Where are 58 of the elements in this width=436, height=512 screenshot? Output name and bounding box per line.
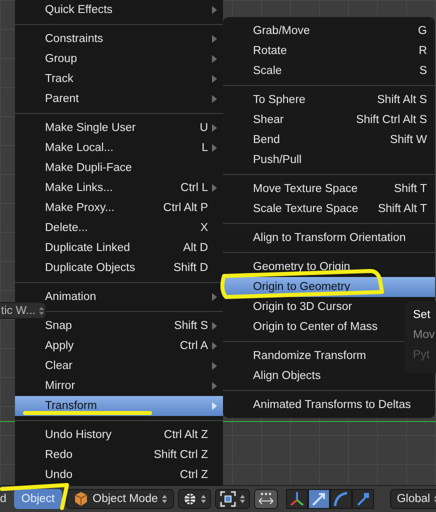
- menu-item[interactable]: Undo Ctrl Z: [15, 465, 223, 485]
- mode-dropdown[interactable]: Object Mode: [66, 489, 174, 509]
- menu-item[interactable]: Move Texture Space Shift T: [223, 179, 435, 199]
- menu-item[interactable]: Push/Pull: [223, 150, 435, 170]
- arrow-icon: [310, 491, 327, 507]
- up-down-icon: [200, 494, 206, 504]
- menu-item[interactable]: Snap Shift S: [15, 316, 223, 336]
- menu-item[interactable]: Mirror: [15, 376, 223, 396]
- menu-item[interactable]: Duplicate Objects Shift D: [15, 258, 223, 278]
- highlight-stroke: [0, 483, 69, 510]
- manipulator-button[interactable]: [308, 489, 330, 509]
- menu-item[interactable]: Parent: [15, 89, 223, 109]
- menu-item[interactable]: Make Dupli-Face: [15, 158, 223, 178]
- tooltip-text: Set: [413, 308, 432, 323]
- menu-item[interactable]: Delete... X: [15, 218, 223, 238]
- menu-item[interactable]: Shear Shift Ctrl Alt S: [223, 110, 435, 130]
- menu-item[interactable]: Scale S: [223, 61, 435, 81]
- menu-item[interactable]: Make Local... L: [15, 138, 223, 158]
- menu-item[interactable]: Constraints: [15, 29, 223, 49]
- menu-item[interactable]: Align to Transform Orientation: [223, 228, 435, 248]
- menu-item[interactable]: Redo Shift Ctrl Z: [15, 445, 223, 465]
- menu-item[interactable]: Quick Effects: [15, 0, 223, 20]
- manipulator-button[interactable]: [330, 489, 352, 509]
- menu-item[interactable]: Align Objects: [223, 366, 435, 386]
- orientation-dropdown[interactable]: Global: [390, 489, 436, 509]
- menu-item[interactable]: Scale Texture Space Shift Alt T: [223, 199, 435, 219]
- menu-item[interactable]: Apply Ctrl A: [15, 336, 223, 356]
- viewport-shading-dropdown[interactable]: [178, 489, 211, 509]
- manipulator-button[interactable]: [286, 489, 308, 509]
- snap-button[interactable]: [254, 489, 278, 509]
- menu-item[interactable]: Bend Shift W: [223, 130, 435, 150]
- menu-item[interactable]: Make Single User U: [15, 118, 223, 138]
- up-down-icon: [240, 494, 245, 504]
- menu-item[interactable]: Group: [15, 49, 223, 69]
- pivot-icon: [220, 491, 236, 507]
- sphere-icon: [182, 492, 197, 506]
- manipulator-button[interactable]: [352, 489, 374, 509]
- menu-item[interactable]: Animated Transforms to Deltas: [223, 395, 435, 415]
- menu-item[interactable]: Grab/Move G: [223, 21, 435, 41]
- menu-item[interactable]: Make Links... Ctrl L: [15, 178, 223, 198]
- header-label: d: [0, 493, 6, 505]
- up-down-icon: [162, 494, 167, 504]
- menu-item[interactable]: To Sphere Shift Alt S: [223, 90, 435, 110]
- menu-item[interactable]: Undo History Ctrl Alt Z: [15, 425, 223, 445]
- dropdown-field[interactable]: tic W...: [0, 302, 46, 319]
- menu-item[interactable]: Track: [15, 69, 223, 89]
- up-down-icon: [38, 306, 44, 316]
- menu-item[interactable]: Duplicate Linked Alt D: [15, 238, 223, 258]
- dots-arrow-icon: [258, 492, 274, 506]
- pin-icon: [354, 491, 371, 507]
- menu-item[interactable]: Clear: [15, 356, 223, 376]
- axes-icon: [288, 491, 305, 507]
- menu-item[interactable]: Make Proxy... Ctrl Alt P: [15, 198, 223, 218]
- pivot-dropdown[interactable]: [214, 489, 250, 509]
- cube-icon: [72, 491, 89, 507]
- menu-item[interactable]: Rotate R: [223, 41, 435, 61]
- tooltip-text: Mov: [413, 328, 436, 343]
- arc-icon: [332, 491, 349, 507]
